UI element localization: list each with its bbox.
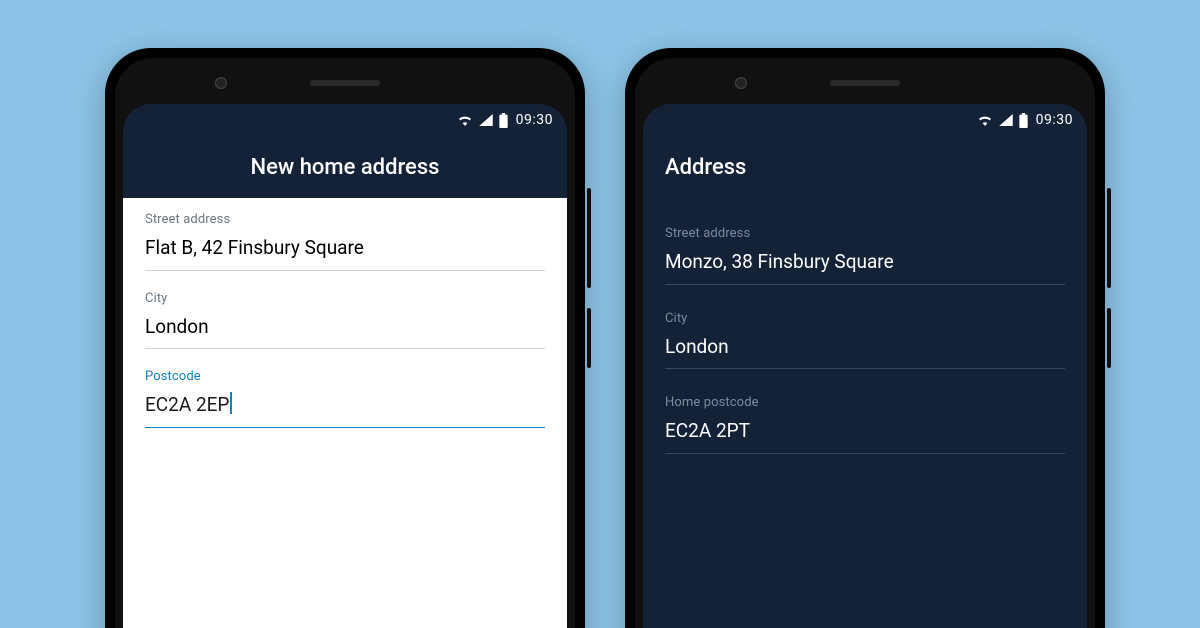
field-label: Home postcode: [665, 395, 1065, 410]
device-camera: [735, 77, 747, 89]
street-address-field[interactable]: Street address: [665, 226, 1065, 285]
postcode-field[interactable]: Postcode EC2A 2EP: [145, 369, 545, 428]
cell-signal-icon: [999, 114, 1013, 126]
home-postcode-field[interactable]: Home postcode: [665, 395, 1065, 454]
street-address-input: [145, 231, 545, 271]
wifi-icon: [457, 114, 473, 126]
device-earpiece: [830, 80, 900, 86]
app-bar: New home address: [123, 136, 567, 198]
device-camera: [215, 77, 227, 89]
text-caret-icon: [230, 392, 232, 414]
home-postcode-input: [665, 414, 1065, 454]
city-input: [665, 330, 1065, 370]
status-time: 09:30: [516, 112, 553, 128]
city-input-control[interactable]: [665, 334, 1065, 361]
street-address-input-control[interactable]: [145, 235, 545, 262]
city-input-control[interactable]: [145, 314, 545, 341]
app-bar-title: Address: [665, 155, 746, 180]
app-bar: Address: [643, 136, 1087, 198]
field-label: City: [145, 291, 545, 306]
street-address-input-control[interactable]: [665, 249, 1065, 276]
street-address-input: [665, 245, 1065, 285]
city-input: [145, 310, 545, 350]
app-bar-title: New home address: [251, 155, 440, 180]
address-form: Street address City Postcode: [123, 198, 567, 628]
status-bar: 09:30: [123, 104, 567, 136]
device-earpiece: [310, 80, 380, 86]
city-field[interactable]: City: [665, 311, 1065, 370]
status-time: 09:30: [1036, 112, 1073, 128]
address-form: Street address City Home postcode: [643, 198, 1087, 628]
postcode-input: EC2A 2EP: [145, 388, 545, 428]
wifi-icon: [977, 114, 993, 126]
field-label: City: [665, 311, 1065, 326]
street-address-field[interactable]: Street address: [145, 212, 545, 271]
battery-full-icon: [499, 113, 508, 128]
home-postcode-input-control[interactable]: [665, 418, 1065, 445]
phone-mockup-dark: 09:30 Address Street address City: [625, 48, 1105, 628]
battery-full-icon: [1019, 113, 1028, 128]
city-field[interactable]: City: [145, 291, 545, 350]
cell-signal-icon: [479, 114, 493, 126]
status-bar: 09:30: [643, 104, 1087, 136]
phone-mockup-light: 09:30 New home address Street address Ci…: [105, 48, 585, 628]
field-label: Street address: [665, 226, 1065, 241]
postcode-input-value[interactable]: EC2A 2EP: [145, 393, 229, 416]
field-label: Postcode: [145, 369, 545, 384]
field-label: Street address: [145, 212, 545, 227]
